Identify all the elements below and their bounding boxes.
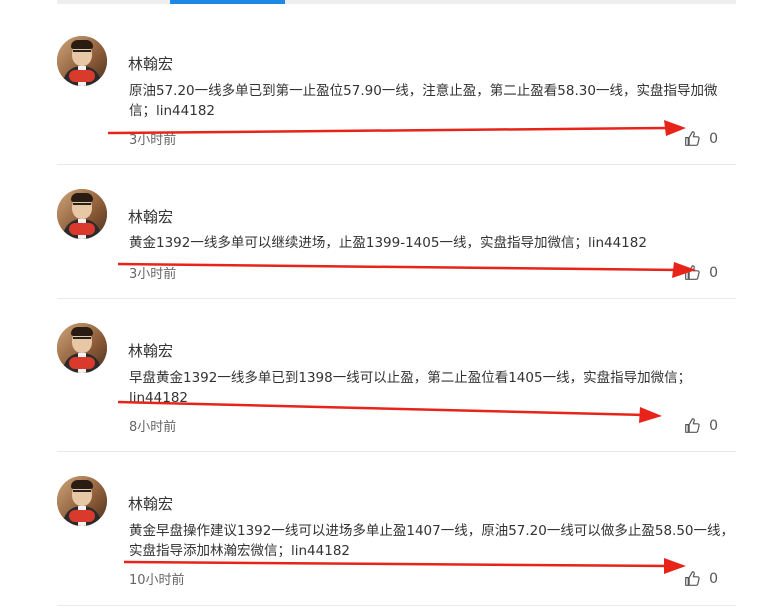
thumbs-up-icon [685, 265, 700, 280]
comment-text: 原油57.20一线多单已到第一止盈位57.90一线，注意止盈，第二止盈看58.3… [129, 83, 718, 119]
avatar[interactable] [57, 36, 107, 86]
comment-text: 黄金早盘操作建议1392一线可以进场多单止盈1407一线，原油57.20一线可以… [129, 523, 735, 559]
comment-item: 林翰宏 黄金1392一线多单可以继续进场，止盈1399-1405一线，实盘指导加… [57, 189, 736, 299]
like-count: 0 [709, 417, 718, 434]
like-button[interactable]: 0 [684, 264, 718, 281]
author-name[interactable]: 林翰宏 [128, 53, 173, 74]
divider [57, 164, 736, 165]
comment-text: 早盘黄金1392一线多单已到1398一线可以止盈，第二止盈位看1405一线，实盘… [129, 370, 692, 406]
like-count: 0 [709, 570, 718, 587]
comment-text: 黄金1392一线多单可以继续进场，止盈1399-1405一线，实盘指导加微信；l… [129, 235, 647, 251]
comment-item: 林翰宏 原油57.20一线多单已到第一止盈位57.90一线，注意止盈，第二止盈看… [57, 36, 736, 165]
thumbs-up-icon [685, 418, 700, 433]
comment-item: 林翰宏 早盘黄金1392一线多单已到1398一线可以止盈，第二止盈位看1405一… [57, 323, 736, 452]
active-tab-indicator[interactable] [170, 0, 285, 4]
timestamp: 3小时前 [129, 133, 177, 148]
timestamp: 3小时前 [129, 267, 177, 282]
timestamp: 8小时前 [129, 420, 177, 435]
like-button[interactable]: 0 [684, 417, 718, 434]
divider [57, 298, 736, 299]
avatar[interactable] [57, 476, 107, 526]
divider [57, 605, 736, 606]
like-count: 0 [709, 130, 718, 147]
avatar[interactable] [57, 323, 107, 373]
thumbs-up-icon [685, 571, 700, 586]
comment-item: 林翰宏 黄金早盘操作建议1392一线可以进场多单止盈1407一线，原油57.20… [57, 476, 736, 606]
avatar[interactable] [57, 189, 107, 239]
like-count: 0 [709, 264, 718, 281]
author-name[interactable]: 林翰宏 [128, 340, 173, 361]
tab-bar [57, 0, 736, 4]
author-name[interactable]: 林翰宏 [128, 206, 173, 227]
author-name[interactable]: 林翰宏 [128, 493, 173, 514]
timestamp: 10小时前 [129, 573, 185, 588]
divider [57, 451, 736, 452]
thumbs-up-icon [685, 131, 700, 146]
like-button[interactable]: 0 [684, 130, 718, 147]
like-button[interactable]: 0 [684, 570, 718, 587]
